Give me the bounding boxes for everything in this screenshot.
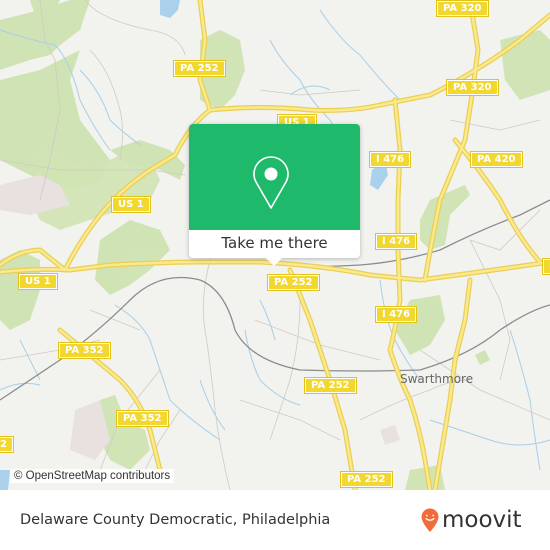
place-label-swarthmore: Swarthmore bbox=[400, 372, 474, 386]
road-shield-us-1: US 1 bbox=[18, 273, 58, 290]
road-shield-pa-320: PA 320 bbox=[436, 0, 489, 17]
road-shield-pa-252: PA 252 bbox=[340, 471, 393, 488]
moovit-logo[interactable]: moovit bbox=[420, 505, 522, 535]
road-shield-pa-320: PA 320 bbox=[446, 79, 499, 96]
location-title: Delaware County Democratic, Philadelphia bbox=[20, 512, 331, 528]
road-shield-i-476: I 476 bbox=[374, 233, 418, 250]
map-attribution[interactable]: © OpenStreetMap contributors bbox=[10, 469, 175, 483]
road-shield-pa-352: PA 352 bbox=[116, 410, 169, 427]
brand-name: moovit bbox=[442, 507, 522, 533]
road-shield-us-1: US 1 bbox=[111, 196, 151, 213]
road-shield-i-476: I 476 bbox=[374, 306, 418, 323]
popup-pointer bbox=[265, 257, 283, 266]
road-shield-pa-252: PA 252 bbox=[173, 60, 226, 77]
road-shield-partial: P bbox=[541, 258, 550, 275]
road-shield-pa-252: PA 252 bbox=[267, 274, 320, 291]
road-shield-i-476: I 476 bbox=[368, 151, 412, 168]
moovit-logo-icon bbox=[421, 508, 439, 532]
road-shield-pa-420: PA 420 bbox=[470, 151, 523, 168]
map-pin-icon bbox=[253, 156, 289, 209]
take-me-there-popup[interactable]: Take me there bbox=[189, 124, 360, 266]
road-shield-partial: 2 bbox=[0, 436, 14, 453]
take-me-there-button[interactable]: Take me there bbox=[189, 230, 360, 258]
road-shield-pa-352: PA 352 bbox=[58, 342, 111, 359]
road-shield-pa-252: PA 252 bbox=[304, 377, 357, 394]
popup-header bbox=[189, 124, 360, 230]
map[interactable]: PA 320 PA 320 PA 252 US 1 I 476 PA 420 U… bbox=[0, 0, 550, 490]
